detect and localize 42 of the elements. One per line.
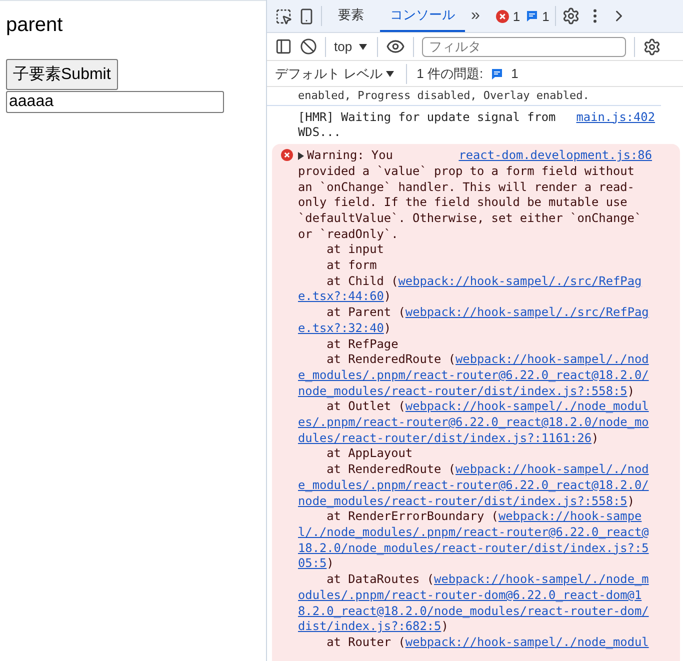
sidebar-toggle-icon[interactable] <box>275 38 292 55</box>
clear-console-icon[interactable] <box>300 38 317 55</box>
stack-frame: at Parent (webpack://hook-sampel/./src/RefPage.tsx?:32:40) <box>298 305 650 337</box>
inspect-element-icon[interactable] <box>275 8 292 24</box>
stack-frame: at RefPage <box>298 336 650 352</box>
stack-frame: at Child (webpack://hook-sampel/./src/RefPage.tsx?:44:60) <box>298 274 650 306</box>
filter-field[interactable]: フィルタ <box>422 36 626 56</box>
console-message: enabled, Progress disabled, Overlay enabled. <box>298 89 590 102</box>
settings-icon[interactable] <box>643 38 662 56</box>
warning-text: Warning: You <box>307 148 393 164</box>
source-link[interactable]: main.js:402 <box>576 110 655 126</box>
error-count[interactable]: 1 <box>496 8 520 24</box>
log-levels-dropdown[interactable]: デフォルト レベル <box>275 64 396 82</box>
issues-count[interactable]: 1 件の問題: 1 <box>416 64 518 82</box>
more-tabs-button[interactable]: » <box>471 7 480 25</box>
text-input[interactable]: aaaaa <box>6 91 224 113</box>
source-link[interactable]: react-dom.development.js:86 <box>458 148 652 164</box>
expand-caret-icon[interactable] <box>298 152 304 160</box>
stack-frame: at input <box>298 242 650 258</box>
page-heading: parent <box>6 14 64 37</box>
eye-icon[interactable] <box>386 37 406 56</box>
device-toolbar-icon[interactable] <box>298 8 315 24</box>
stack-frame: at AppLayout <box>298 446 650 462</box>
stack-frame: at RenderedRoute (webpack://hook-sampel/./node_modules/.pnpm/react-router@6.22.0_react@18.2.0/node_modules/react-router/dist/index.js?:558:5) <box>298 462 650 510</box>
stack-frame: at DataRoutes (webpack://hook-sampel/./node_modules/.pnpm/react-router-dom@6.22.0_react-dom@18.2.0_react@18.2.0/node_modules/react-router-dom/dist/index.js?:682:5) <box>298 572 650 635</box>
stack-frame: at Outlet (webpack://hook-sampel/./node_modules/.pnpm/react-router@6.22.0_react@18.2.0/node_modules/react-router/dist/index.js?:1161:26) <box>298 399 650 446</box>
message-count[interactable]: 1 <box>526 8 550 24</box>
stack-frame: at Router (webpack://hook-sampel/./node_modul <box>298 634 650 651</box>
stack-frame: at RenderedRoute (webpack://hook-sampel/./node_modules/.pnpm/react-router@6.22.0_react@18.2.0/node_modules/react-router/dist/index.js?:558:5) <box>298 352 650 400</box>
message-icon <box>526 10 538 22</box>
error-icon <box>496 10 509 22</box>
context-dropdown[interactable]: top <box>334 39 370 54</box>
error-icon <box>281 149 293 162</box>
message-icon <box>491 68 504 80</box>
stack-frame: at RenderErrorBoundary (webpack://hook-sampel/./node_modules/.pnpm/react-router@6.22.0_react@18.2.0/node_modules/react-router/dist/index.js?:505:5) <box>298 509 650 572</box>
panel-tab[interactable]: 要素 <box>328 0 374 32</box>
panel-tab[interactable]: コンソール <box>380 0 465 32</box>
submit-button[interactable]: 子要素Submit <box>6 59 118 90</box>
settings-icon[interactable] <box>562 7 580 25</box>
stack-frame: at form <box>298 258 650 274</box>
warning-message: provided a `value` prop to a form field without an `onChange` handler. This will render a read-only field. If the field should be mutable use `defaultValue`. Otherwise, set either `onChange` or `readOnly`. <box>298 164 643 242</box>
console-message: [HMR] Waiting for update signal from WDS... <box>298 110 557 142</box>
